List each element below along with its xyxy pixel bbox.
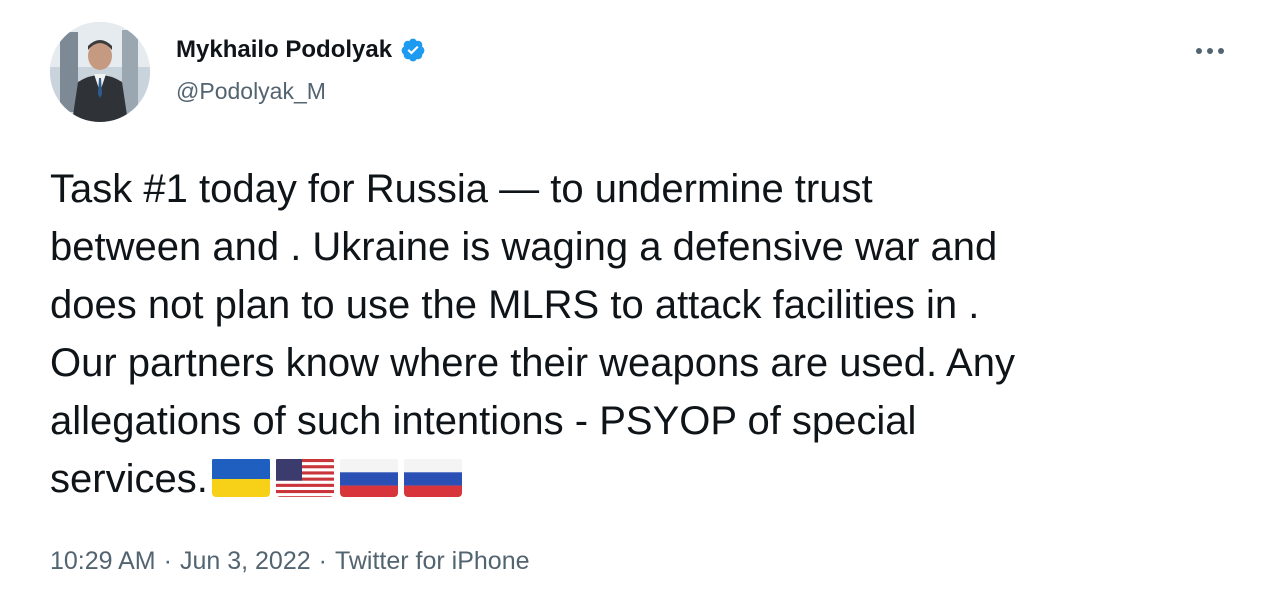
- tweet-line: between and . Ukraine is waging a defens…: [50, 225, 998, 269]
- usa-flag-icon: [275, 457, 334, 498]
- meta-separator: ·: [318, 547, 327, 575]
- tweet-line: allegations of such intentions - PSYOP o…: [50, 399, 917, 443]
- more-horizontal-icon: [1196, 48, 1224, 54]
- avatar[interactable]: [50, 22, 150, 122]
- russia-flag-icon: [403, 457, 462, 498]
- tweet-line: Our partners know where their weapons ar…: [50, 341, 1015, 385]
- ukraine-flag-icon: [211, 457, 270, 498]
- tweet-time[interactable]: 10:29 AM: [50, 547, 156, 576]
- tweet-card: Mykhailo Podolyak @Podolyak_M Task #1 to…: [0, 0, 1280, 599]
- tweet-text: Task #1 today for Russia — to undermine …: [50, 160, 1240, 508]
- avatar-photo: [50, 22, 150, 122]
- tweet-line: does not plan to use the MLRS to attack …: [50, 283, 980, 327]
- tweet-line-last: services.: [50, 450, 1240, 508]
- tweet-source[interactable]: Twitter for iPhone: [335, 547, 530, 576]
- tweet-meta: 10:29 AM · Jun 3, 2022 · Twitter for iPh…: [50, 547, 530, 576]
- verified-badge-icon: [400, 37, 426, 63]
- tweet-line: Task #1 today for Russia — to undermine …: [50, 167, 873, 211]
- tweet-date[interactable]: Jun 3, 2022: [180, 547, 311, 576]
- tweet-line-text: services.: [50, 457, 208, 501]
- flag-emojis: [211, 457, 462, 498]
- meta-separator: ·: [163, 547, 172, 575]
- display-name[interactable]: Mykhailo Podolyak: [176, 36, 392, 64]
- more-options-button[interactable]: [1188, 36, 1232, 66]
- display-name-row: Mykhailo Podolyak: [176, 34, 426, 66]
- user-handle[interactable]: @Podolyak_M: [176, 78, 326, 105]
- russia-flag-icon: [339, 457, 398, 498]
